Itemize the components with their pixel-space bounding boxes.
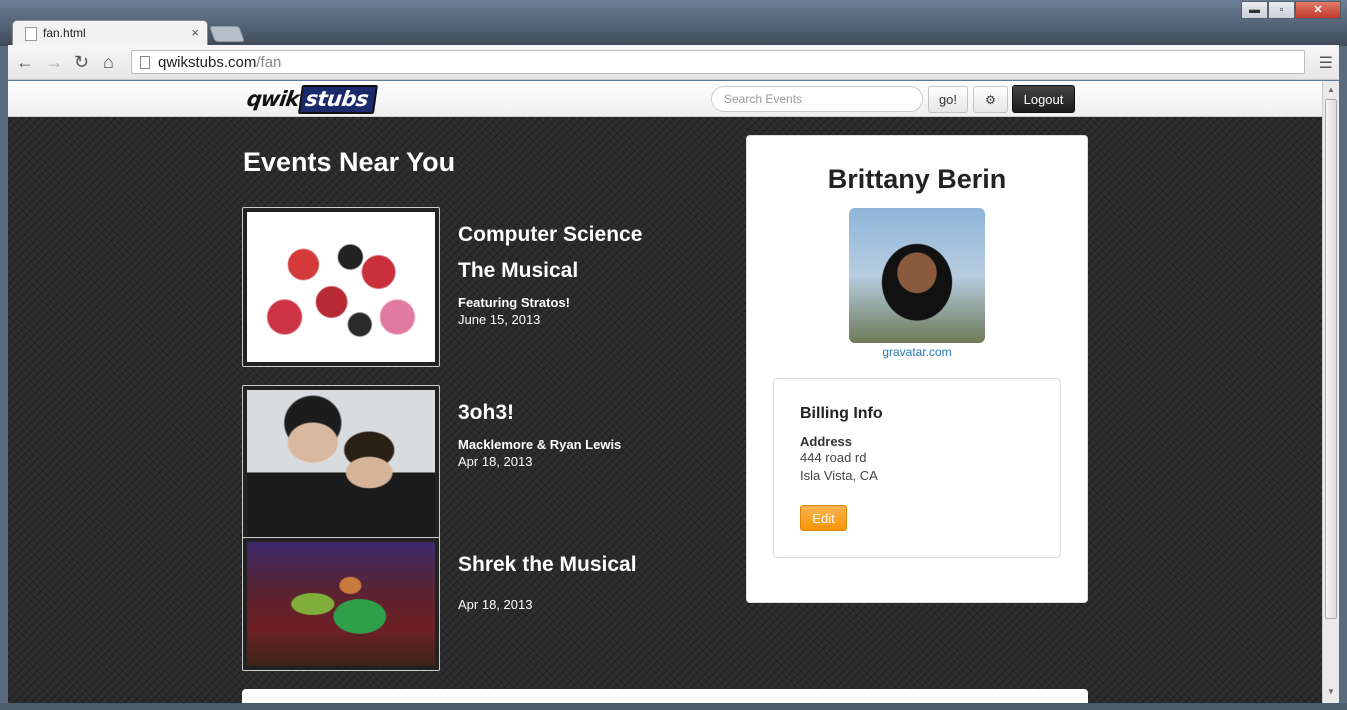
page-scrollbar[interactable]: ▲ ▼ — [1322, 81, 1339, 703]
page-title: Events Near You — [243, 147, 456, 177]
event-image — [247, 542, 435, 666]
tab-close-icon[interactable]: × — [191, 25, 199, 40]
event-title[interactable]: 3oh3! — [458, 395, 718, 431]
browser-toolbar: ← → ↻ ⌂ qwikstubs.com/fan ☰ — [8, 45, 1339, 80]
event-thumbnail[interactable] — [242, 537, 440, 671]
event-title[interactable]: Computer Science — [458, 217, 718, 253]
profile-name: Brittany Berin — [827, 164, 1007, 194]
billing-title: Billing Info — [800, 405, 883, 422]
reload-icon[interactable]: ↻ — [74, 52, 89, 72]
new-tab-button[interactable] — [209, 26, 245, 42]
maximize-button[interactable]: ▫ — [1268, 1, 1295, 19]
bottom-panel — [242, 689, 1088, 703]
close-window-button[interactable]: ✕ — [1295, 1, 1341, 19]
address-line-2: Isla Vista, CA — [800, 468, 878, 483]
event-featuring: Featuring Stratos! — [458, 295, 570, 310]
page-viewport: qwikstubs go! ⚙ Logout Events Near You C… — [8, 81, 1322, 703]
event-image — [247, 212, 435, 362]
window-titlebar: fan.html × ▬ ▫ ✕ — [0, 0, 1347, 46]
home-icon[interactable]: ⌂ — [103, 52, 114, 72]
url-host: qwikstubs.com — [158, 54, 257, 71]
forward-icon[interactable]: → — [45, 52, 63, 72]
logout-button[interactable]: Logout — [1012, 85, 1075, 113]
minimize-button[interactable]: ▬ — [1241, 1, 1268, 19]
address-bar[interactable]: qwikstubs.com/fan — [131, 50, 1305, 74]
profile-card: Brittany Berin gravatar.com Billing Info… — [746, 135, 1088, 603]
back-icon[interactable]: ← — [16, 52, 34, 72]
browser-tab[interactable]: fan.html × — [12, 20, 208, 46]
window-border-bottom — [0, 703, 1347, 710]
page-icon — [140, 56, 150, 69]
page-icon — [25, 27, 37, 41]
event-date: Apr 18, 2013 — [458, 454, 533, 469]
scroll-down-icon[interactable]: ▼ — [1327, 687, 1335, 696]
address-label: Address — [800, 434, 853, 449]
event-title[interactable]: Shrek the Musical — [458, 547, 718, 583]
menu-icon[interactable]: ☰ — [1319, 53, 1333, 73]
event-featuring: Macklemore & Ryan Lewis — [458, 437, 622, 452]
edit-billing-button[interactable]: Edit — [800, 505, 847, 531]
go-button[interactable]: go! — [928, 86, 968, 113]
event-date: Apr 18, 2013 — [458, 597, 533, 612]
avatar — [849, 208, 985, 343]
billing-info-panel: Billing Info Address 444 road rd Isla Vi… — [773, 378, 1061, 558]
settings-button[interactable]: ⚙ — [973, 86, 1008, 113]
window-border-left — [0, 46, 8, 706]
event-thumbnail[interactable] — [242, 207, 440, 367]
event-date: June 15, 2013 — [458, 312, 541, 327]
logo-text-stubs: stubs — [297, 84, 379, 114]
qwikstubs-logo[interactable]: qwik stubs — [245, 84, 379, 114]
scrollbar-thumb[interactable] — [1325, 99, 1337, 619]
window-border-right — [1339, 46, 1347, 706]
event-image — [247, 390, 435, 540]
gravatar-link[interactable]: gravatar.com — [747, 345, 1087, 359]
url-path: /fan — [256, 54, 282, 71]
scroll-up-icon[interactable]: ▲ — [1327, 85, 1335, 94]
window-controls: ▬ ▫ ✕ — [1241, 1, 1341, 19]
tab-title: fan.html — [43, 26, 86, 40]
logo-text-qwik: qwik — [245, 87, 301, 111]
event-thumbnail[interactable] — [242, 385, 440, 545]
search-events-input[interactable] — [711, 86, 923, 112]
event-title-line2[interactable]: The Musical — [458, 253, 718, 289]
gear-icon: ⚙ — [985, 92, 996, 107]
site-navbar: qwikstubs go! ⚙ Logout — [8, 81, 1322, 117]
address-line-1: 444 road rd — [800, 450, 867, 465]
